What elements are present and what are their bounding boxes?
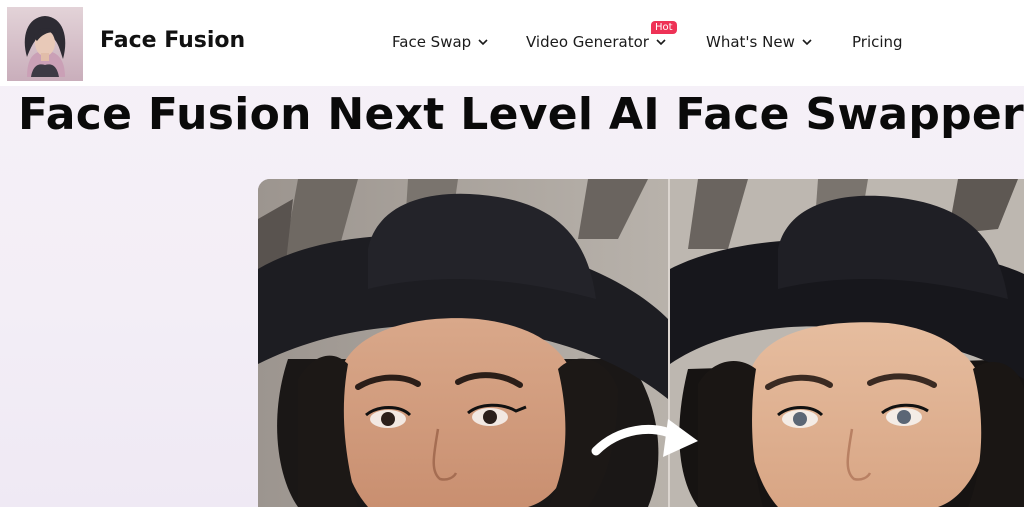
nav-video-generator[interactable]: Video Generator <box>526 33 667 51</box>
hot-badge: Hot <box>651 21 677 34</box>
before-image <box>258 179 668 507</box>
nav-label: Face Swap <box>392 33 472 51</box>
nav-pricing[interactable]: Pricing <box>852 33 903 51</box>
woman-portrait-logo-icon <box>7 7 83 81</box>
site-header: Face Fusion Face Swap Video Generator Ho… <box>0 0 1024 86</box>
logo[interactable] <box>7 7 83 81</box>
after-image <box>670 179 1024 507</box>
chevron-down-icon <box>478 39 488 46</box>
nav-label: Video Generator <box>526 33 649 51</box>
chevron-down-icon <box>656 39 666 46</box>
nav-label: What's New <box>706 33 795 51</box>
hero-title: Face Fusion Next Level AI Face Swapper <box>18 89 1024 140</box>
brand-name[interactable]: Face Fusion <box>100 28 245 53</box>
nav-label: Pricing <box>852 33 903 51</box>
chevron-down-icon <box>802 39 812 46</box>
face-swap-comparison <box>258 179 1024 507</box>
comparison-image <box>258 179 1024 507</box>
nav-face-swap[interactable]: Face Swap <box>392 33 489 51</box>
nav-whats-new[interactable]: What's New <box>706 33 813 51</box>
